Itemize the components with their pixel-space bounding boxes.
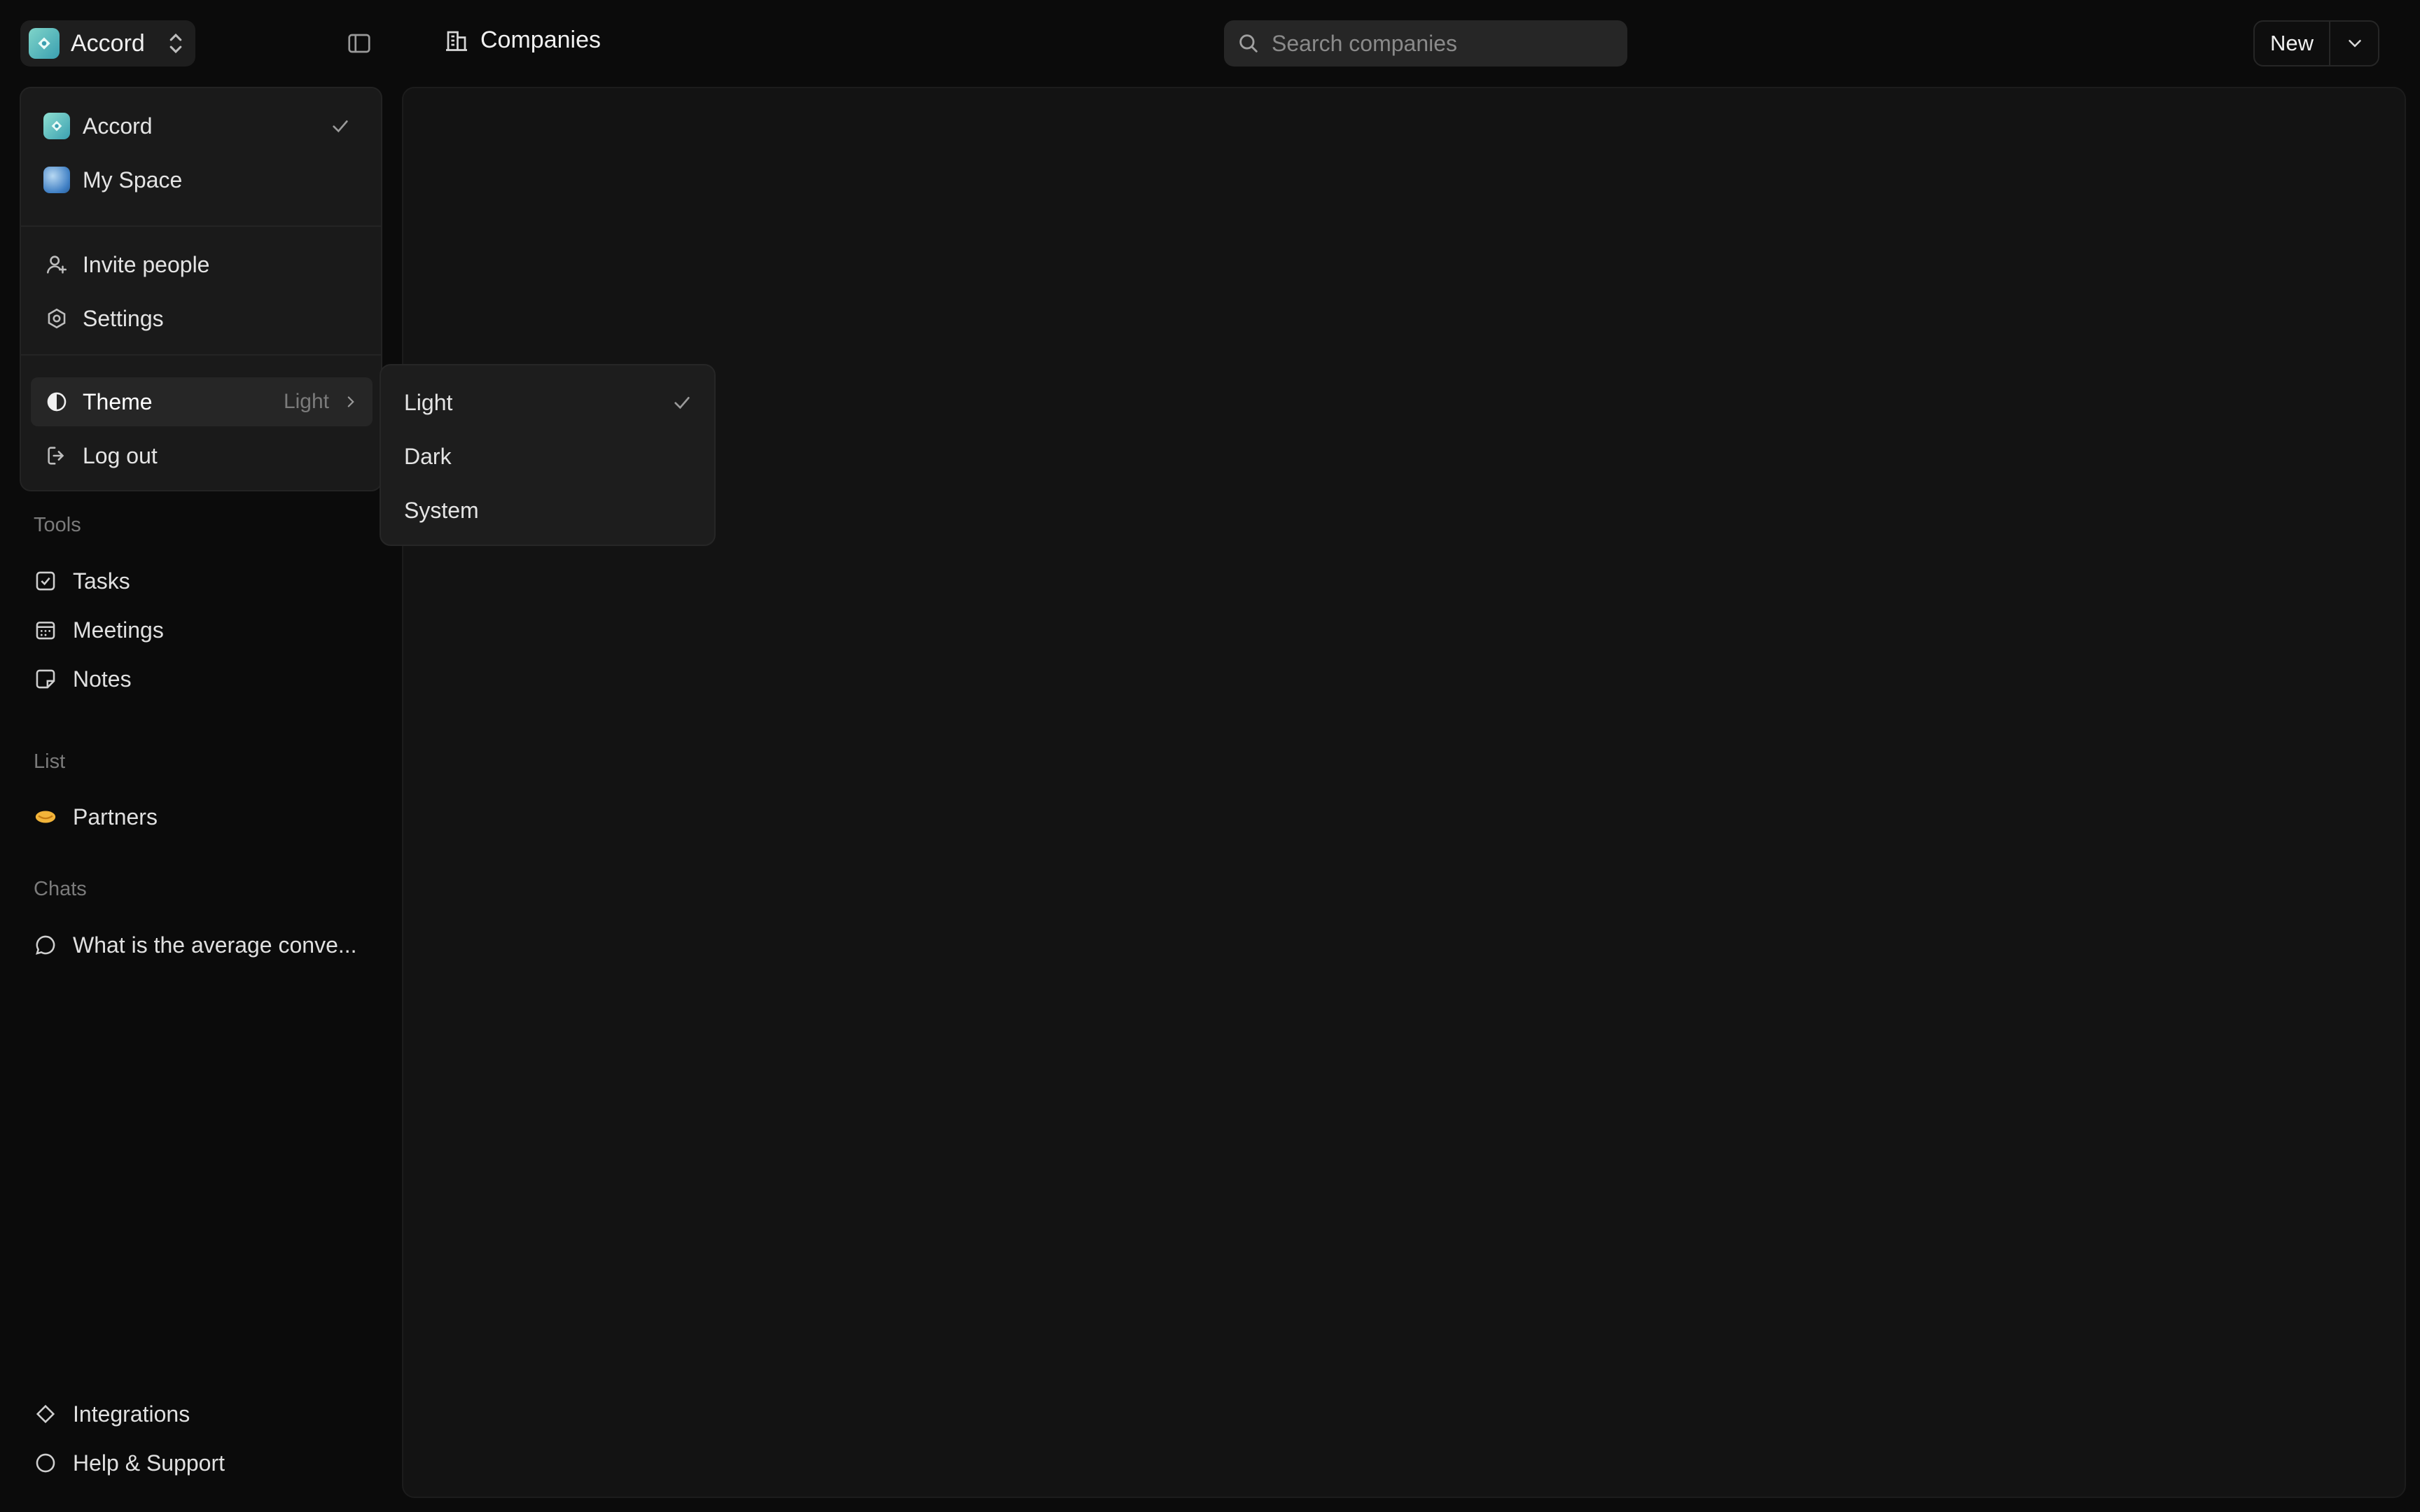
chat-item[interactable]: What is the average conve... xyxy=(34,920,357,969)
menu-item-theme[interactable]: Theme Light xyxy=(31,377,373,426)
theme-option-label: System xyxy=(404,497,479,523)
menu-divider xyxy=(21,225,381,227)
tools-heading: Tools xyxy=(34,514,81,536)
theme-current-value: Light xyxy=(283,390,329,413)
sidebar-item-label: Tasks xyxy=(73,568,130,594)
gear-icon xyxy=(48,308,66,329)
menu-item-label: Theme xyxy=(83,388,153,414)
calendar-icon xyxy=(36,622,55,640)
sidebar-toggle-icon[interactable] xyxy=(347,31,372,56)
search-input[interactable] xyxy=(1270,29,1609,57)
new-button[interactable]: New xyxy=(2253,20,2379,66)
menu-item-label: My Space xyxy=(83,167,183,192)
note-icon xyxy=(36,669,55,689)
lists: Partners xyxy=(34,792,158,841)
menu-item-log-out[interactable]: Log out xyxy=(31,431,373,480)
sidebar-item-label: Meetings xyxy=(73,617,164,643)
sidebar-item-partners[interactable]: Partners xyxy=(34,792,158,841)
menu-item-label: Settings xyxy=(83,305,164,331)
sidebar-item-help[interactable]: Help & Support xyxy=(34,1438,225,1488)
main-content-panel xyxy=(402,87,2406,1498)
menu-item-label: Invite people xyxy=(83,251,210,277)
chats-heading: Chats xyxy=(34,878,87,900)
new-button-divider xyxy=(2329,20,2331,66)
menu-item-invite-people[interactable]: Invite people xyxy=(31,240,373,289)
my-space-avatar-icon xyxy=(43,167,70,193)
theme-submenu: Light Dark System xyxy=(380,364,716,546)
accord-logo-icon xyxy=(29,28,60,59)
logout-icon xyxy=(48,447,64,465)
sidebar-item-tasks[interactable]: Tasks xyxy=(34,556,164,606)
workspace-menu: Accord My Space Invite people Settings T… xyxy=(20,87,382,491)
sidebar-item-label: Help & Support xyxy=(73,1450,225,1476)
menu-item-workspace-accord[interactable]: Accord xyxy=(31,102,373,150)
chevron-updown-icon xyxy=(169,33,182,54)
search-bar[interactable] xyxy=(1224,20,1627,66)
workspace-switcher[interactable]: Accord xyxy=(20,20,195,66)
chat-item-label: What is the average conve... xyxy=(73,932,357,958)
theme-option-system[interactable]: System xyxy=(381,486,714,535)
add-user-icon xyxy=(46,255,67,274)
sidebar-item-label: Partners xyxy=(73,804,158,830)
page-title: Companies xyxy=(480,27,601,53)
search-icon xyxy=(1239,34,1258,52)
list-heading: List xyxy=(34,750,66,773)
chat-bubble-icon xyxy=(36,935,55,955)
workspace-name: Accord xyxy=(71,29,145,57)
sidebar-item-label: Notes xyxy=(73,666,132,692)
sidebar-item-integrations[interactable]: Integrations xyxy=(34,1390,225,1438)
chevron-right-icon xyxy=(347,396,354,407)
breadcrumb: Companies xyxy=(444,27,601,54)
building-icon xyxy=(446,31,467,51)
menu-item-label: Log out xyxy=(83,442,158,468)
check-icon xyxy=(674,397,690,410)
accord-logo-icon xyxy=(43,113,70,139)
tools-list: Tasks Meetings Notes xyxy=(34,556,164,704)
sidebar-footer: Integrations Help & Support xyxy=(34,1390,225,1488)
check-icon xyxy=(333,120,348,133)
new-button-label: New xyxy=(2270,31,2314,55)
chats-list: What is the average conve... xyxy=(34,920,357,969)
menu-divider xyxy=(21,354,381,356)
diamond-icon xyxy=(36,1404,55,1424)
theme-contrast-icon xyxy=(47,392,67,412)
chevron-down-icon[interactable] xyxy=(2344,33,2365,54)
help-circle-icon xyxy=(36,1453,55,1473)
menu-item-label: Accord xyxy=(83,113,153,139)
menu-item-settings[interactable]: Settings xyxy=(31,294,373,343)
theme-option-dark[interactable]: Dark xyxy=(381,432,714,481)
handshake-icon xyxy=(35,811,56,823)
sidebar-item-notes[interactable]: Notes xyxy=(34,654,164,704)
theme-option-light[interactable]: Light xyxy=(381,378,714,427)
sidebar-item-label: Integrations xyxy=(73,1401,190,1427)
sidebar-item-meetings[interactable]: Meetings xyxy=(34,606,164,654)
menu-item-workspace-my-space[interactable]: My Space xyxy=(31,155,373,204)
theme-option-label: Dark xyxy=(404,443,452,469)
checkbox-icon xyxy=(36,571,55,591)
theme-option-label: Light xyxy=(404,389,453,415)
